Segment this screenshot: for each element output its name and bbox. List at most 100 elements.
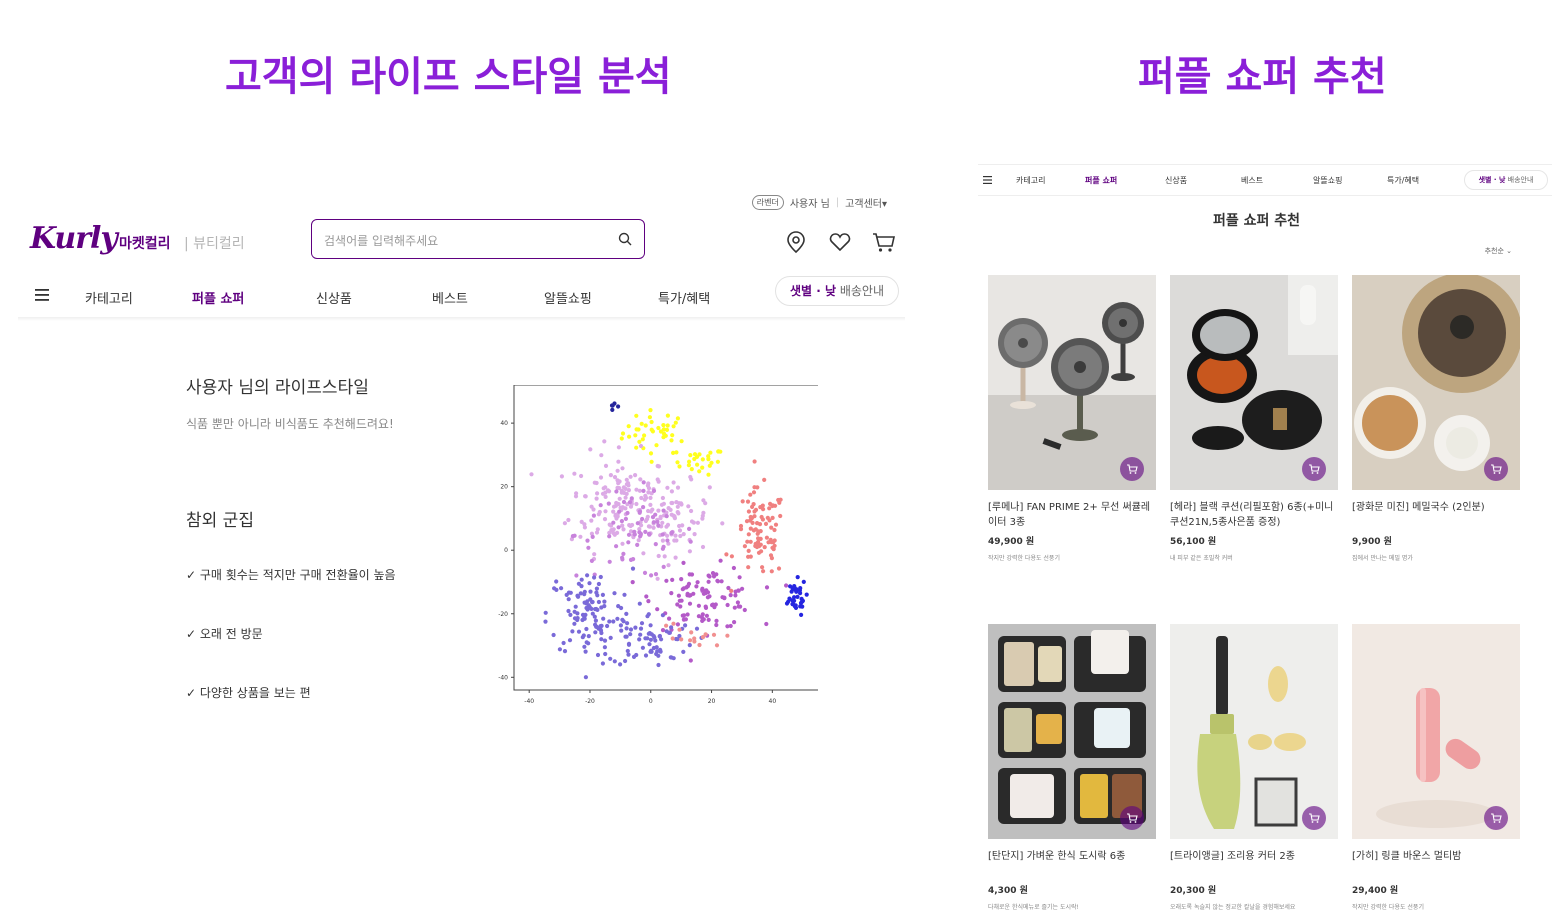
scatter-point (737, 575, 742, 580)
scatter-point (660, 532, 665, 537)
nav-new[interactable]: 신상품 (316, 288, 352, 307)
add-to-cart-button[interactable] (1484, 457, 1508, 481)
nav-bargain[interactable]: 알뜰쇼핑 (544, 288, 592, 307)
product-image-cushion[interactable] (1170, 275, 1338, 490)
y-tick-label: 40 (500, 420, 508, 427)
scatter-point (660, 520, 665, 525)
scatter-point (599, 605, 604, 610)
scatter-point (638, 477, 643, 482)
scatter-point (663, 433, 668, 438)
product-image-lunchbox[interactable] (988, 624, 1156, 839)
scatter-point (591, 507, 596, 512)
nav-bargain[interactable]: 알뜰쇼핑 (1313, 175, 1342, 186)
sort-dropdown[interactable]: 추천순 ⌄ (1485, 246, 1512, 256)
scatter-point (665, 413, 670, 418)
scatter-point (695, 520, 700, 525)
nav-new[interactable]: 신상품 (1165, 175, 1187, 186)
scatter-point (586, 545, 591, 550)
scatter-point (760, 503, 765, 508)
product-image-fans[interactable] (988, 275, 1156, 490)
nav-purple-shopper[interactable]: 퍼플 쇼퍼 (1085, 175, 1117, 186)
service-center-link[interactable]: 고객센터▾ (845, 195, 887, 210)
cart-icon[interactable] (871, 229, 897, 255)
product-card[interactable]: [트라이앵글] 조리용 커터 2종 20,300 원 오래도록 녹슬지 않는 정… (1170, 624, 1338, 911)
nav-special[interactable]: 특가/혜택 (1387, 175, 1419, 186)
scatter-point (611, 504, 617, 509)
scatter-point (612, 532, 617, 537)
add-to-cart-button[interactable] (1120, 457, 1144, 481)
scatter-point (678, 533, 683, 539)
cart-icon (1491, 464, 1502, 474)
scatter-point (614, 489, 619, 494)
delivery-info-button[interactable]: 샛별 · 낮 배송안내 (775, 276, 899, 306)
nav-category[interactable]: 카테고리 (1016, 175, 1045, 186)
product-image-cutter[interactable] (1170, 624, 1338, 839)
menu-icon[interactable] (983, 176, 992, 184)
product-name[interactable]: [가히] 링클 바운스 멀티밤 (1352, 849, 1520, 879)
product-image-noodle[interactable] (1352, 275, 1520, 490)
nav-best[interactable]: 베스트 (432, 288, 468, 307)
product-card[interactable]: [탄단지] 가벼운 한식 도시락 6종 4,300 원 다채로운 한식메뉴로 즐… (988, 624, 1156, 911)
scatter-point (568, 590, 573, 595)
scatter-point (692, 452, 698, 457)
nav-category[interactable]: 카테고리 (85, 288, 133, 307)
tab-market-kurly[interactable]: 마켓컬리 (119, 233, 171, 253)
scatter-point (728, 593, 733, 598)
scatter-point (770, 515, 775, 520)
scatter-point (745, 499, 751, 504)
delivery-rest: 배송안내 (836, 284, 885, 298)
purple-shopper-page: 카테고리 퍼플 쇼퍼 신상품 베스트 알뜰쇼핑 특가/혜택 샛별 · 낮 배송안… (978, 160, 1552, 911)
scatter-point (746, 548, 751, 553)
delivery-info-button[interactable]: 샛별 · 낮 배송안내 (1464, 170, 1548, 190)
scatter-point (582, 525, 587, 530)
scatter-point (598, 627, 603, 632)
product-card[interactable]: [광화문 미진] 메밀국수 (2인분) 9,900 원 집에서 만나는 메밀 명… (1352, 275, 1520, 562)
product-card[interactable]: [헤라] 블랙 쿠션(리필포함) 6종(+미니쿠션21N,5종사은품 증정) 5… (1170, 275, 1338, 562)
scatter-point (686, 581, 692, 586)
product-card[interactable]: [루메나] FAN PRIME 2+ 무선 써큘레이터 3종 49,900 원 … (988, 275, 1156, 562)
scatter-point (694, 584, 699, 589)
scatter-point (651, 520, 656, 525)
nav-best[interactable]: 베스트 (1241, 175, 1263, 186)
scatter-point (653, 638, 658, 643)
scatter-point (605, 623, 610, 629)
location-pin-icon[interactable] (783, 229, 809, 255)
search-input[interactable]: 검색어를 입력해주세요 (311, 219, 645, 259)
scatter-point (689, 630, 694, 635)
add-to-cart-button[interactable] (1302, 457, 1326, 481)
add-to-cart-button[interactable] (1302, 806, 1326, 830)
product-image-balm[interactable] (1352, 624, 1520, 839)
product-name[interactable]: [트라이앵글] 조리용 커터 2종 (1170, 849, 1338, 879)
slide-title-left: 고객의 라이프 스타일 분석 (225, 54, 672, 100)
product-card[interactable]: [가히] 링클 바운스 멀티밤 29,400 원 작지만 강력한 다용도 선풍기 (1352, 624, 1520, 911)
scatter-point (621, 485, 626, 490)
scatter-point (655, 576, 660, 581)
heart-icon[interactable] (827, 229, 853, 255)
product-name[interactable]: [루메나] FAN PRIME 2+ 무선 써큘레이터 3종 (988, 500, 1156, 530)
add-to-cart-button[interactable] (1120, 806, 1144, 830)
scatter-point (711, 632, 717, 637)
product-name[interactable]: [헤라] 블랙 쿠션(리필포함) 6종(+미니쿠션21N,5종사은품 증정) (1170, 500, 1338, 530)
scatter-point (677, 528, 683, 533)
scatter-point (706, 454, 711, 459)
scatter-point (603, 463, 609, 468)
product-description: 작지만 강력한 다용도 선풍기 (988, 555, 1060, 562)
scatter-point (585, 573, 590, 578)
scatter-point (703, 501, 708, 506)
add-to-cart-button[interactable] (1484, 806, 1508, 830)
kurly-logo[interactable]: Kurly (30, 221, 118, 256)
scatter-point (632, 529, 637, 534)
scatter-point (679, 439, 684, 444)
menu-icon[interactable] (35, 289, 49, 301)
nav-purple-shopper[interactable]: 퍼플 쇼퍼 (192, 288, 244, 307)
scatter-point (700, 457, 705, 462)
tab-beauty-kurly[interactable]: | 뷰티컬리 (184, 233, 245, 253)
scatter-point (559, 586, 564, 591)
product-name[interactable]: [광화문 미진] 메밀국수 (2인분) (1352, 500, 1520, 530)
nav-special[interactable]: 특가/혜택 (658, 288, 710, 307)
user-name-link[interactable]: 사용자 님 (790, 195, 830, 210)
search-icon[interactable] (618, 232, 632, 246)
scatter-point (665, 538, 670, 543)
scatter-point (590, 611, 595, 616)
product-name[interactable]: [탄단지] 가벼운 한식 도시락 6종 (988, 849, 1156, 879)
